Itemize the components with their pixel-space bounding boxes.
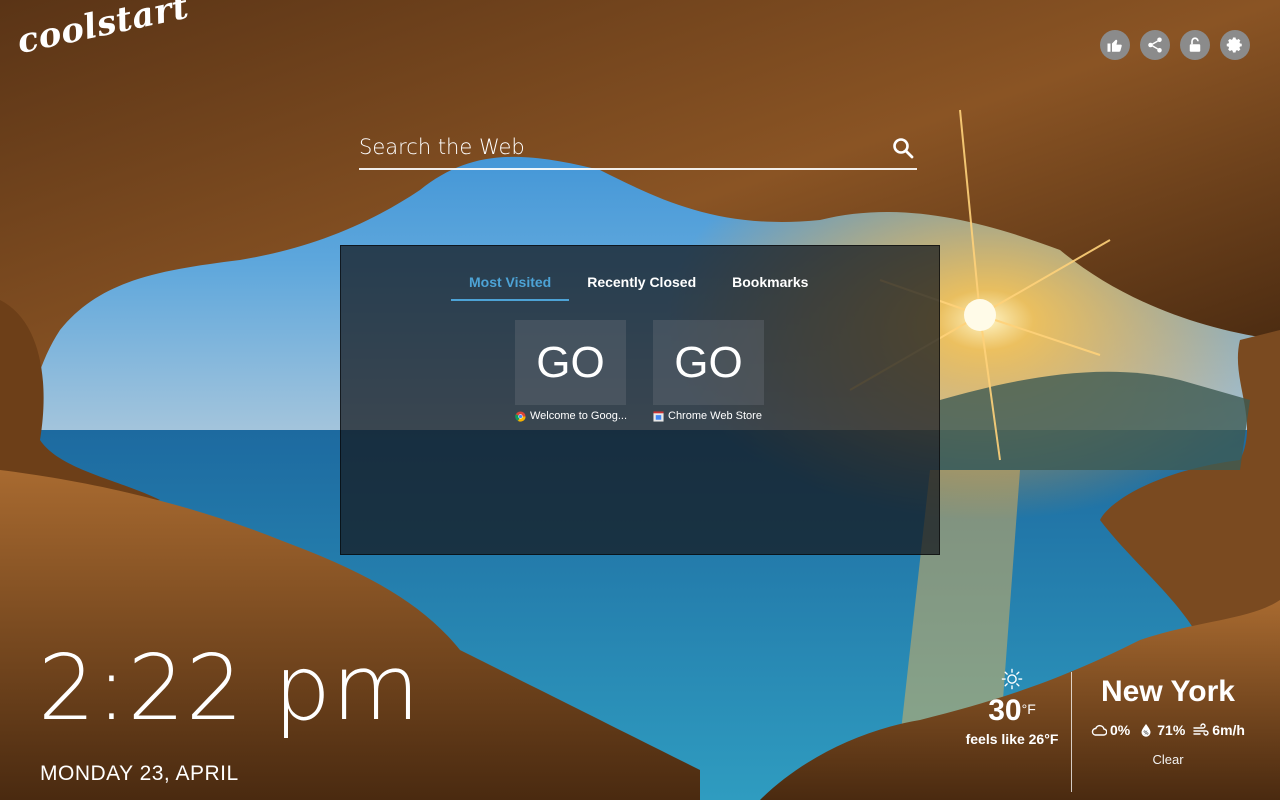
weather-condition: Clear [1152, 752, 1184, 767]
temperature: 30°F [988, 694, 1036, 727]
settings-button[interactable] [1220, 30, 1250, 60]
share-icon [1148, 37, 1162, 53]
weather-stats: 0% % 71% 6m/h [1080, 722, 1256, 738]
tab-recently-closed[interactable]: Recently Closed [569, 264, 714, 301]
search-input[interactable] [359, 128, 879, 166]
shortcuts-panel: Most Visited Recently Closed Bookmarks G… [340, 245, 940, 555]
like-button[interactable] [1100, 30, 1130, 60]
search-bar [359, 128, 917, 170]
most-visited-tiles: GO Welcome to Goog... GO Chrome Web Stor… [515, 320, 764, 422]
cloud-stat: 0% [1091, 722, 1130, 738]
tile-thumbnail: GO [653, 320, 764, 405]
clock-date: MONDAY 23, APRIL [40, 762, 239, 785]
tab-bookmarks[interactable]: Bookmarks [714, 264, 826, 301]
tile-label-text: Chrome Web Store [668, 410, 762, 422]
chrome-icon [515, 410, 526, 422]
wind-stat: 6m/h [1193, 722, 1245, 738]
cloud-icon [1091, 724, 1108, 736]
tile-chrome-web-store[interactable]: GO Chrome Web Store [653, 320, 764, 422]
weather-location[interactable]: New York 0% % 71% 6m/h Clear [1080, 674, 1256, 767]
thumbs-up-icon [1107, 39, 1122, 52]
svg-text:%: % [1144, 731, 1149, 737]
tab-most-visited[interactable]: Most Visited [451, 264, 570, 301]
lock-icon [1189, 37, 1201, 52]
gear-icon [1226, 37, 1242, 53]
tile-welcome-to-google[interactable]: GO Welcome to Goog... [515, 320, 628, 422]
weather-divider [1071, 672, 1072, 792]
weather-current: 30°F feels like 26°F [958, 668, 1066, 747]
web-store-icon [653, 410, 664, 422]
temperature-unit: °F [1021, 701, 1036, 717]
city-name: New York [1101, 675, 1235, 708]
top-toolbar [1100, 30, 1250, 60]
humidity-stat: % 71% [1138, 722, 1185, 738]
tile-label-text: Welcome to Goog... [530, 410, 628, 422]
tile-thumbnail: GO [515, 320, 626, 405]
wind-icon [1193, 723, 1209, 736]
sun-icon [1001, 668, 1023, 690]
lock-button[interactable] [1180, 30, 1210, 60]
clock-time: 2:22 pm [38, 636, 421, 741]
search-icon[interactable] [891, 136, 915, 160]
panel-tabs: Most Visited Recently Closed Bookmarks [451, 264, 826, 301]
droplet-icon: % [1141, 724, 1151, 737]
feels-like: feels like 26°F [965, 731, 1059, 747]
share-button[interactable] [1140, 30, 1170, 60]
